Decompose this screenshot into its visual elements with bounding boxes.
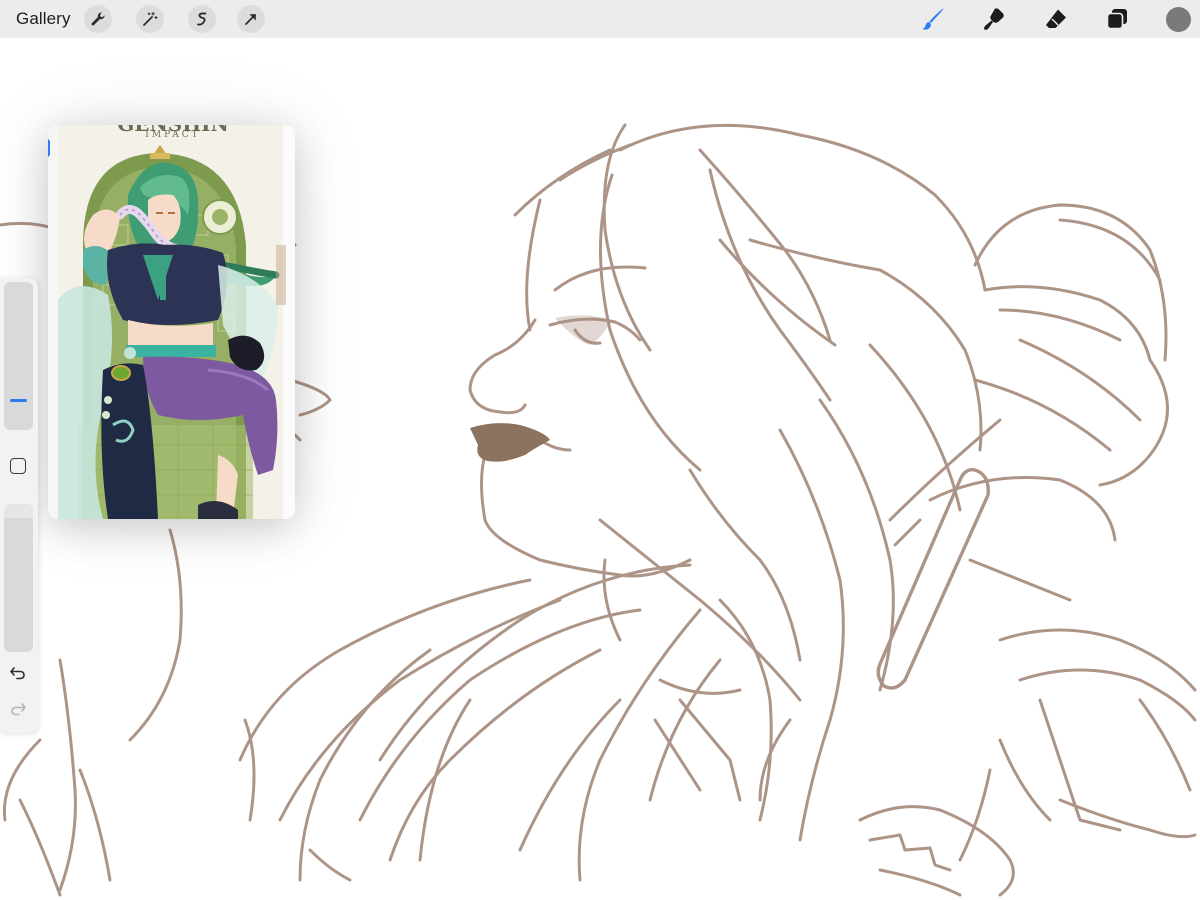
redo-icon bbox=[11, 703, 26, 716]
undo-icon bbox=[10, 667, 25, 680]
brush-size-slider[interactable] bbox=[4, 282, 33, 430]
actions-button[interactable] bbox=[84, 5, 112, 33]
top-toolbar: Gallery bbox=[0, 0, 1200, 38]
transform-arrow-icon bbox=[245, 14, 256, 25]
procreate-app: Gallery IMPACT bbox=[0, 0, 1200, 900]
opacity-slider[interactable] bbox=[4, 504, 33, 652]
reference-window[interactable]: GENSHIN IMPACT bbox=[48, 125, 295, 519]
smudge-tool-button[interactable] bbox=[980, 5, 1008, 33]
selection-button[interactable] bbox=[188, 5, 216, 33]
brush-sidebar bbox=[0, 278, 38, 733]
opacity-thumb[interactable] bbox=[4, 504, 33, 518]
eraser-icon bbox=[1046, 9, 1066, 28]
brush-size-thumb[interactable] bbox=[10, 399, 27, 402]
reference-image: GENSHIN IMPACT bbox=[48, 125, 295, 519]
gallery-button[interactable]: Gallery bbox=[16, 9, 71, 29]
layers-button[interactable] bbox=[1103, 5, 1131, 33]
modify-button[interactable] bbox=[10, 458, 26, 474]
brush-tool-button[interactable] bbox=[919, 5, 947, 33]
adjustments-button[interactable] bbox=[136, 5, 164, 33]
undo-button[interactable] bbox=[8, 664, 28, 682]
color-picker-button[interactable] bbox=[1166, 7, 1191, 32]
magic-wand-icon bbox=[143, 11, 158, 26]
redo-button[interactable] bbox=[8, 700, 28, 718]
reference-title-impact: IMPACT bbox=[145, 130, 200, 140]
layers-icon bbox=[1106, 9, 1127, 30]
selection-icon bbox=[197, 12, 207, 26]
smudge-icon bbox=[984, 8, 1004, 30]
brush-icon bbox=[922, 8, 944, 30]
wrench-icon bbox=[91, 12, 105, 26]
eraser-tool-button[interactable] bbox=[1042, 5, 1070, 33]
transform-button[interactable] bbox=[237, 5, 265, 33]
